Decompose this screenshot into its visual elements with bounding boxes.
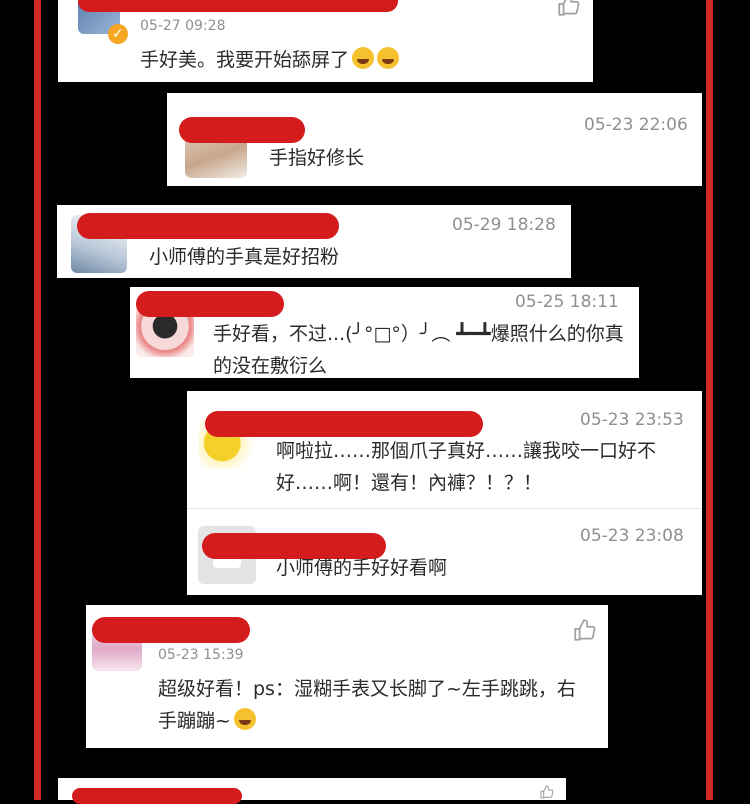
redacted-username bbox=[78, 0, 398, 12]
redacted-username bbox=[92, 617, 250, 643]
comment-text: 手好美。我要开始舔屏了 bbox=[140, 44, 400, 76]
verified-badge-icon: ✓ bbox=[108, 24, 128, 44]
comment-card: 05-23 15:39 超级好看！ps：湿糊手表又长脚了~左手跳跳，右手蹦蹦~ bbox=[86, 605, 608, 748]
comment-timestamp: 05-23 23:53 bbox=[580, 410, 684, 430]
comment-card: ✓ 05-27 09:28 手好美。我要开始舔屏了 bbox=[58, 0, 593, 82]
comment-text: 小师傅的手真是好招粉 bbox=[149, 246, 340, 268]
comment-card: 05-25 18:11 手好看，不过...(╯°□°）╯︵ ┻━┻爆照什么的你真… bbox=[130, 287, 639, 378]
comment-card: 05-23 23:53 啊啦拉……那個爪子真好……讓我咬一口好不好……啊！還有！… bbox=[187, 391, 702, 508]
comment-card: 05-23 22:06 手指好修长 bbox=[167, 93, 702, 186]
comment-timestamp: 05-23 23:08 bbox=[580, 526, 684, 546]
redacted-username bbox=[72, 788, 242, 804]
comment-text: 手指好修长 bbox=[269, 147, 365, 169]
comment-timestamp: 05-23 22:06 bbox=[584, 115, 688, 135]
comment-timestamp: 05-23 15:39 bbox=[158, 647, 244, 663]
redacted-username bbox=[179, 117, 305, 143]
frame-line-left bbox=[34, 0, 41, 800]
thumbs-up-icon[interactable] bbox=[534, 784, 560, 800]
comment-card: 05-29 18:28 小师傅的手真是好招粉 bbox=[57, 205, 571, 278]
redacted-username bbox=[136, 291, 284, 317]
laughing-emoji-icon bbox=[352, 47, 375, 69]
comment-timestamp: 05-27 09:28 bbox=[140, 18, 226, 34]
frame-line-right bbox=[706, 0, 713, 800]
redacted-username bbox=[205, 411, 483, 437]
comment-text: 啊啦拉……那個爪子真好……讓我咬一口好不好……啊！還有！內褲？！？！ bbox=[276, 440, 657, 494]
thinking-emoji-icon bbox=[233, 708, 256, 730]
thumbs-up-icon[interactable] bbox=[556, 0, 582, 18]
comment-card: 05-23 23:08 小师傅的手好好看啊 bbox=[187, 509, 702, 595]
laughing-emoji-icon bbox=[377, 47, 400, 69]
comment-card-partial bbox=[58, 778, 566, 804]
thumbs-up-icon[interactable] bbox=[572, 617, 598, 643]
redacted-username bbox=[77, 213, 339, 239]
comment-text: 小师傅的手好好看啊 bbox=[276, 557, 448, 579]
comment-timestamp: 05-25 18:11 bbox=[515, 292, 619, 312]
comment-text-content: 超级好看！ps：湿糊手表又长脚了~左手跳跳，右手蹦蹦~ bbox=[158, 678, 576, 732]
comment-text: 超级好看！ps：湿糊手表又长脚了~左手跳跳，右手蹦蹦~ bbox=[158, 673, 578, 737]
comment-text-content: 手好美。我要开始舔屏了 bbox=[140, 49, 350, 71]
comment-timestamp: 05-29 18:28 bbox=[452, 215, 556, 235]
comment-text: 手好看，不过...(╯°□°）╯︵ ┻━┻爆照什么的你真的没在敷衍么 bbox=[213, 323, 624, 377]
